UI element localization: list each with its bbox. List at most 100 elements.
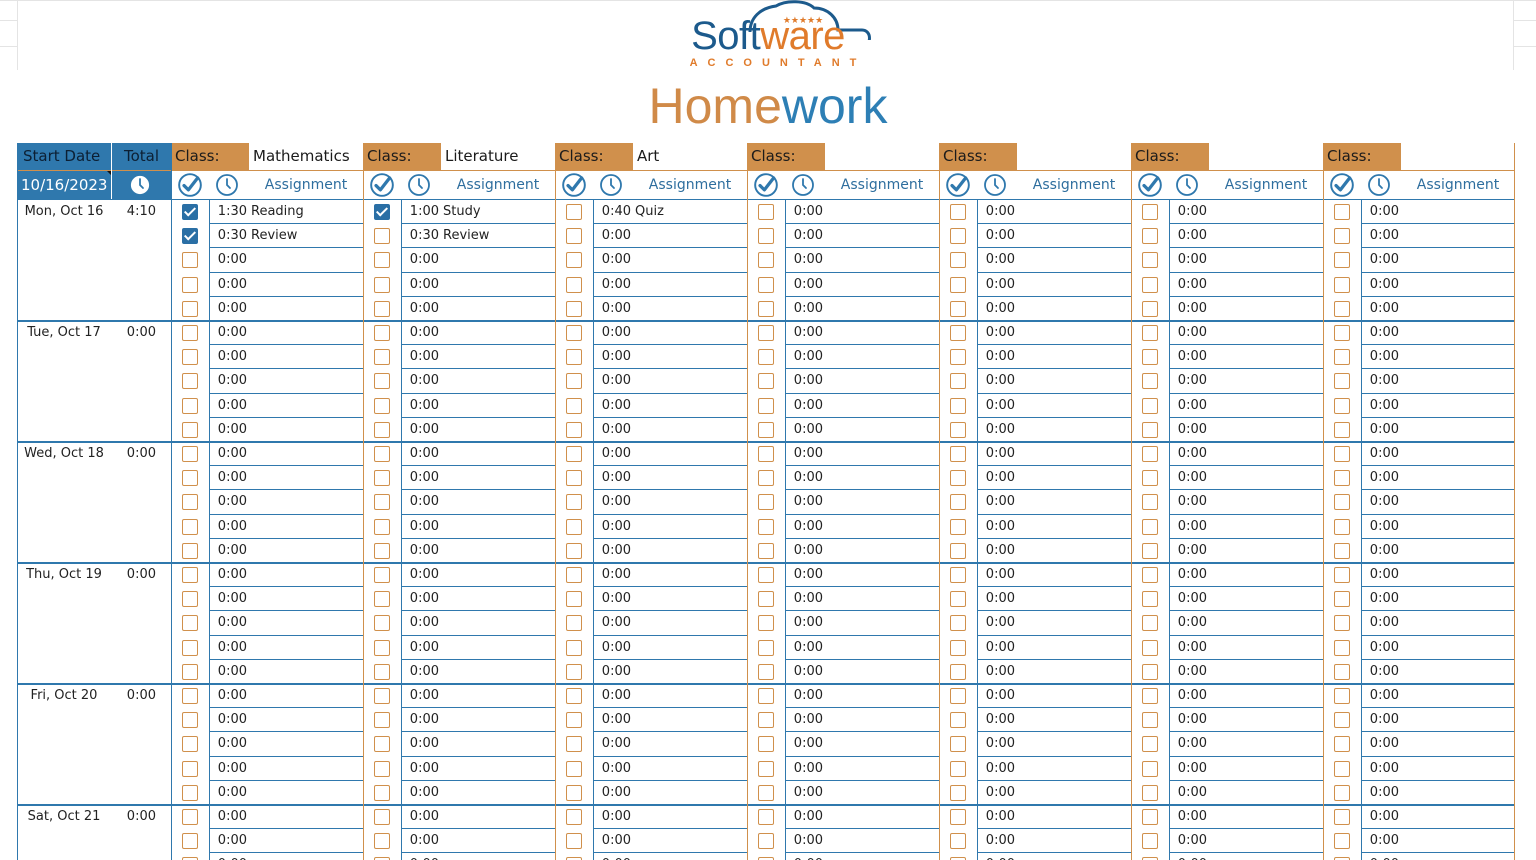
task-checkbox[interactable] (374, 397, 390, 414)
time-field[interactable]: 0:00 (1170, 661, 1207, 683)
task-checkbox[interactable] (182, 446, 198, 462)
task-checkbox[interactable] (374, 567, 390, 583)
time-field[interactable]: 0:00 (1170, 516, 1207, 538)
assignment-field[interactable] (827, 370, 937, 392)
time-field[interactable]: 0:00 (402, 346, 439, 368)
assignment-field[interactable] (827, 806, 937, 828)
task-checkbox[interactable] (374, 542, 390, 559)
time-field[interactable]: 0:00 (1362, 612, 1399, 634)
assignment-field[interactable] (1019, 782, 1129, 804)
time-field[interactable]: 0:00 (978, 854, 1015, 860)
assignment-field[interactable] (251, 709, 361, 731)
time-field[interactable]: 0:00 (1362, 491, 1399, 513)
task-checkbox[interactable] (374, 615, 390, 632)
time-field[interactable]: 0:00 (402, 612, 439, 634)
assignment-field[interactable] (1403, 612, 1513, 634)
assignment-field[interactable] (635, 830, 745, 852)
time-field[interactable]: 0:00 (594, 443, 631, 465)
task-checkbox[interactable] (374, 300, 390, 317)
assignment-field[interactable] (827, 685, 937, 707)
assignment-field[interactable] (443, 758, 553, 780)
task-checkbox[interactable] (950, 446, 966, 462)
assignment-field[interactable] (635, 637, 745, 659)
task-checkbox[interactable] (566, 615, 582, 632)
task-checkbox[interactable] (1142, 639, 1158, 656)
assignment-field[interactable] (443, 249, 553, 271)
time-field[interactable]: 0:00 (1170, 733, 1207, 755)
task-checkbox[interactable] (182, 421, 198, 438)
assignment-field[interactable] (827, 443, 937, 465)
task-checkbox[interactable] (566, 446, 582, 462)
assignment-field[interactable] (1403, 346, 1513, 368)
assignment-field[interactable] (827, 298, 937, 320)
clock-icon[interactable] (599, 173, 623, 197)
task-checkbox[interactable] (758, 446, 774, 462)
time-field[interactable]: 0:00 (210, 830, 247, 852)
time-field[interactable]: 0:00 (402, 782, 439, 804)
assignment-field[interactable] (1211, 830, 1321, 852)
assignment-field[interactable] (635, 854, 745, 860)
task-checkbox[interactable] (1142, 518, 1158, 535)
task-checkbox[interactable] (566, 300, 582, 317)
time-field[interactable]: 0:00 (786, 830, 823, 852)
task-checkbox[interactable] (950, 784, 966, 801)
time-field[interactable]: 0:00 (786, 467, 823, 489)
assignment-field[interactable] (251, 588, 361, 610)
assignment-field[interactable] (827, 854, 937, 860)
assignment-field[interactable] (251, 806, 361, 828)
assignment-field[interactable] (635, 249, 745, 271)
task-checkbox[interactable] (950, 736, 966, 753)
assignment-field[interactable] (1211, 370, 1321, 392)
task-checkbox[interactable] (1142, 615, 1158, 632)
assignment-field[interactable] (635, 782, 745, 804)
assignment-field[interactable] (251, 685, 361, 707)
assignment-field[interactable] (1019, 370, 1129, 392)
assignment-field[interactable] (635, 516, 745, 538)
assignment-field[interactable] (1211, 225, 1321, 247)
task-checkbox[interactable] (758, 760, 774, 777)
time-field[interactable]: 0:00 (1362, 540, 1399, 562)
assignment-field[interactable] (635, 588, 745, 610)
time-field[interactable]: 0:00 (594, 419, 631, 441)
assignment-field[interactable] (827, 516, 937, 538)
task-checkbox[interactable] (182, 736, 198, 753)
task-checkbox[interactable] (1142, 494, 1158, 511)
assignment-field[interactable] (443, 298, 553, 320)
time-field[interactable]: 0:00 (1362, 225, 1399, 247)
time-field[interactable]: 0:00 (594, 854, 631, 860)
assignment-field[interactable] (1019, 854, 1129, 860)
assignment-field[interactable] (1019, 709, 1129, 731)
time-field[interactable]: 0:00 (786, 758, 823, 780)
check-circle-icon[interactable] (369, 172, 395, 198)
time-field[interactable]: 0:00 (402, 685, 439, 707)
assignment-field[interactable] (443, 782, 553, 804)
task-checkbox[interactable] (1334, 809, 1350, 825)
time-field[interactable]: 0:00 (978, 346, 1015, 368)
time-field[interactable]: 0:00 (1170, 443, 1207, 465)
assignment-field[interactable] (827, 346, 937, 368)
time-field[interactable]: 0:00 (1362, 298, 1399, 320)
task-checkbox[interactable] (566, 494, 582, 511)
task-checkbox[interactable] (566, 809, 582, 825)
time-field[interactable]: 0:00 (210, 346, 247, 368)
task-checkbox[interactable] (1142, 760, 1158, 777)
assignment-field[interactable] (1403, 758, 1513, 780)
time-field[interactable]: 0:00 (402, 637, 439, 659)
assignment-field[interactable] (635, 491, 745, 513)
time-field[interactable]: 0:00 (1362, 346, 1399, 368)
time-field[interactable]: 0:00 (1170, 201, 1207, 223)
task-checkbox[interactable] (950, 373, 966, 390)
task-checkbox[interactable] (950, 663, 966, 680)
assignment-field[interactable] (1019, 467, 1129, 489)
task-checkbox[interactable] (374, 421, 390, 438)
time-field[interactable]: 0:00 (210, 806, 247, 828)
assignment-field[interactable] (443, 685, 553, 707)
task-checkbox[interactable] (374, 688, 390, 704)
time-field[interactable]: 0:00 (210, 685, 247, 707)
task-checkbox[interactable] (950, 397, 966, 414)
assignment-field[interactable] (251, 298, 361, 320)
assignment-field[interactable] (1211, 395, 1321, 417)
assignment-field[interactable]: Reading (251, 201, 361, 223)
time-field[interactable]: 0:00 (1362, 370, 1399, 392)
time-field[interactable]: 0:00 (1170, 782, 1207, 804)
